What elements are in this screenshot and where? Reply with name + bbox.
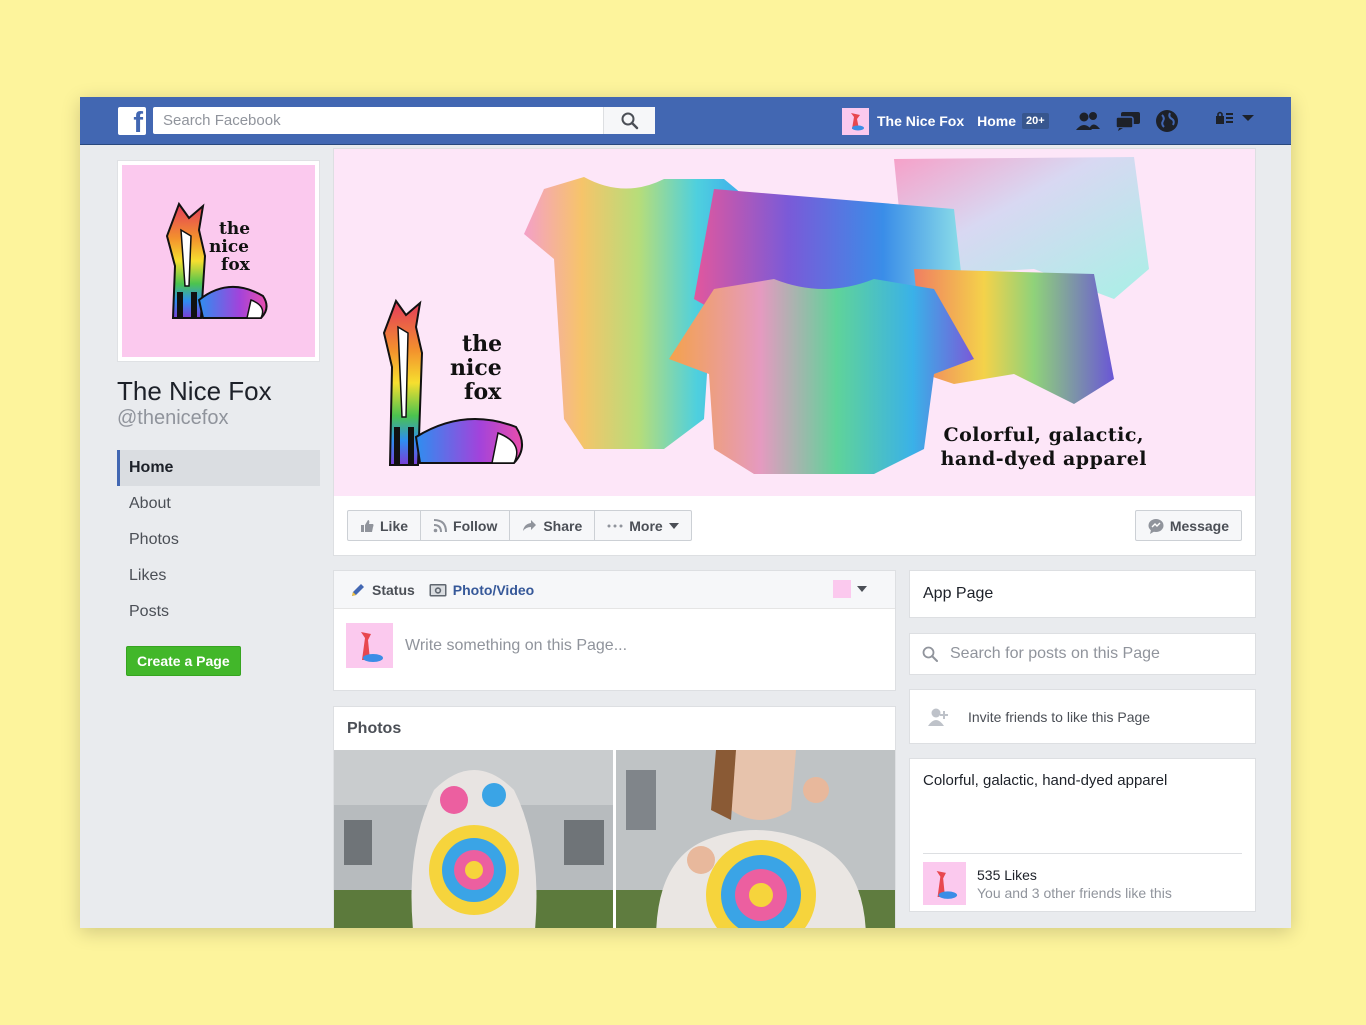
cover-tagline: Colorful, galactic, hand-dyed apparel <box>941 423 1147 471</box>
add-friend-icon <box>928 708 948 726</box>
fox-logo-icon <box>936 870 957 899</box>
globe-icon[interactable] <box>1155 109 1179 133</box>
create-page-button[interactable]: Create a Page <box>126 646 241 676</box>
rss-icon <box>433 518 448 532</box>
page-handle[interactable]: @thenicefox <box>117 407 320 430</box>
photos-card: Photos <box>333 706 896 928</box>
facebook-window: f The Nice Fox Home 20+ <box>80 97 1291 928</box>
like-button[interactable]: Like <box>348 511 422 540</box>
more-label: More <box>629 517 663 534</box>
cover-tagline-line-2: hand-dyed apparel <box>940 448 1147 470</box>
photo-thumbnail[interactable] <box>334 750 613 928</box>
photos-title[interactable]: Photos <box>334 707 895 750</box>
composer-input[interactable] <box>405 636 805 655</box>
more-button[interactable]: More <box>595 511 690 540</box>
tab-photo-video[interactable]: Photo/Video <box>429 582 534 598</box>
messenger-icon <box>1148 518 1164 534</box>
about-card: Colorful, galactic, hand-dyed apparel 53… <box>909 758 1256 912</box>
facebook-logo-icon[interactable]: f <box>118 107 146 138</box>
tab-status[interactable]: Status <box>350 582 415 598</box>
sidebar-item-posts[interactable]: Posts <box>117 594 320 630</box>
settings-menu[interactable] <box>1215 111 1255 125</box>
nav-page-name[interactable]: The Nice Fox <box>877 113 964 129</box>
chevron-down-icon <box>1242 115 1254 121</box>
sidebar-nav: Home About Photos Likes Posts <box>117 450 320 630</box>
sidebar-item-photos[interactable]: Photos <box>117 522 320 558</box>
app-page-card[interactable]: App Page <box>909 570 1256 618</box>
search-icon <box>922 646 938 662</box>
likes-count: 535 Likes <box>977 866 1037 883</box>
thumbs-up-icon <box>361 519 374 532</box>
photo-thumbnail[interactable] <box>616 750 895 928</box>
messages-icon[interactable] <box>1115 111 1141 131</box>
like-label: Like <box>380 517 409 534</box>
search-box <box>153 107 655 134</box>
chevron-down-icon <box>857 586 867 592</box>
camera-icon <box>429 584 447 597</box>
fox-logo-icon <box>360 631 383 662</box>
pencil-icon <box>352 583 364 596</box>
nav-home-link[interactable]: Home <box>977 113 1016 129</box>
profile-picture[interactable]: the nice fox <box>117 160 320 362</box>
composer-body <box>334 609 895 682</box>
composer-selector-avatar <box>833 580 851 598</box>
search-icon <box>621 112 638 129</box>
invite-label: Invite friends to like this Page <box>968 708 1151 725</box>
fox-logo-icon <box>850 113 864 131</box>
about-description: Colorful, galactic, hand-dyed apparel <box>923 772 1168 789</box>
search-input[interactable] <box>153 107 603 134</box>
notification-badge[interactable]: 20+ <box>1022 113 1049 129</box>
profile-logo-word-1: the <box>219 219 250 239</box>
invite-friends-card[interactable]: Invite friends to like this Page <box>909 689 1256 744</box>
about-divider <box>923 853 1242 854</box>
follow-label: Follow <box>453 517 498 534</box>
lock-menu-icon <box>1216 111 1233 124</box>
nav-icon-group <box>1075 109 1193 133</box>
cover-logo-word-3: fox <box>464 379 502 405</box>
profile-nav: The Nice Fox Home 20+ <box>842 107 1049 135</box>
photos-grid <box>334 750 895 928</box>
page-post-search <box>909 633 1256 675</box>
sidebar-item-likes[interactable]: Likes <box>117 558 320 594</box>
cover-logo-word-1: the <box>462 331 502 357</box>
follow-button[interactable]: Follow <box>421 511 511 540</box>
cover-card: the nice fox Colorful, galactic, hand-dy… <box>333 148 1256 556</box>
message-button[interactable]: Message <box>1134 510 1242 541</box>
page-action-buttons: Like Follow Share More <box>347 510 692 541</box>
likes-avatar <box>923 862 966 905</box>
post-composer: Status Photo/Video <box>333 570 896 691</box>
sidebar-item-about[interactable]: About <box>117 486 320 522</box>
sidebar-item-home[interactable]: Home <box>117 450 320 486</box>
cover-photo[interactable]: the nice fox Colorful, galactic, hand-dy… <box>334 149 1255 496</box>
likes-summary[interactable]: 535 Likes You and 3 other friends like t… <box>923 862 1172 905</box>
fox-logo-icon: the nice fox <box>165 201 267 319</box>
share-label: Share <box>543 517 583 534</box>
cover-logo-word-2: nice <box>450 355 502 381</box>
profile-logo-word-2: nice <box>209 237 249 257</box>
page-action-bar: Like Follow Share More Message <box>334 496 1255 556</box>
nav-page-avatar[interactable] <box>842 107 869 135</box>
composer-tabs: Status Photo/Video <box>334 571 895 609</box>
profile-logo: the nice fox <box>122 165 315 357</box>
top-navigation-bar: f The Nice Fox Home 20+ <box>80 97 1291 145</box>
message-label: Message <box>1169 517 1229 534</box>
search-button[interactable] <box>603 107 655 134</box>
left-column: the nice fox The Nice Fox @thenicefox Ho… <box>117 160 320 676</box>
chevron-down-icon <box>668 522 679 529</box>
profile-logo-word-3: fox <box>221 255 251 275</box>
composer-avatar <box>346 623 393 668</box>
tab-photo-video-label: Photo/Video <box>452 581 535 598</box>
share-button[interactable]: Share <box>510 511 596 540</box>
friends-icon[interactable] <box>1075 111 1101 131</box>
tab-status-label: Status <box>372 581 415 598</box>
share-arrow-icon <box>523 520 537 531</box>
page-post-search-input[interactable] <box>950 645 1240 663</box>
cover-tagline-line-1: Colorful, galactic, <box>943 424 1145 446</box>
likes-friends: You and 3 other friends like this <box>977 884 1172 901</box>
app-page-label: App Page <box>923 585 994 602</box>
dots-icon <box>607 524 623 527</box>
composer-page-selector[interactable] <box>833 580 867 598</box>
page-title: The Nice Fox <box>117 376 272 406</box>
